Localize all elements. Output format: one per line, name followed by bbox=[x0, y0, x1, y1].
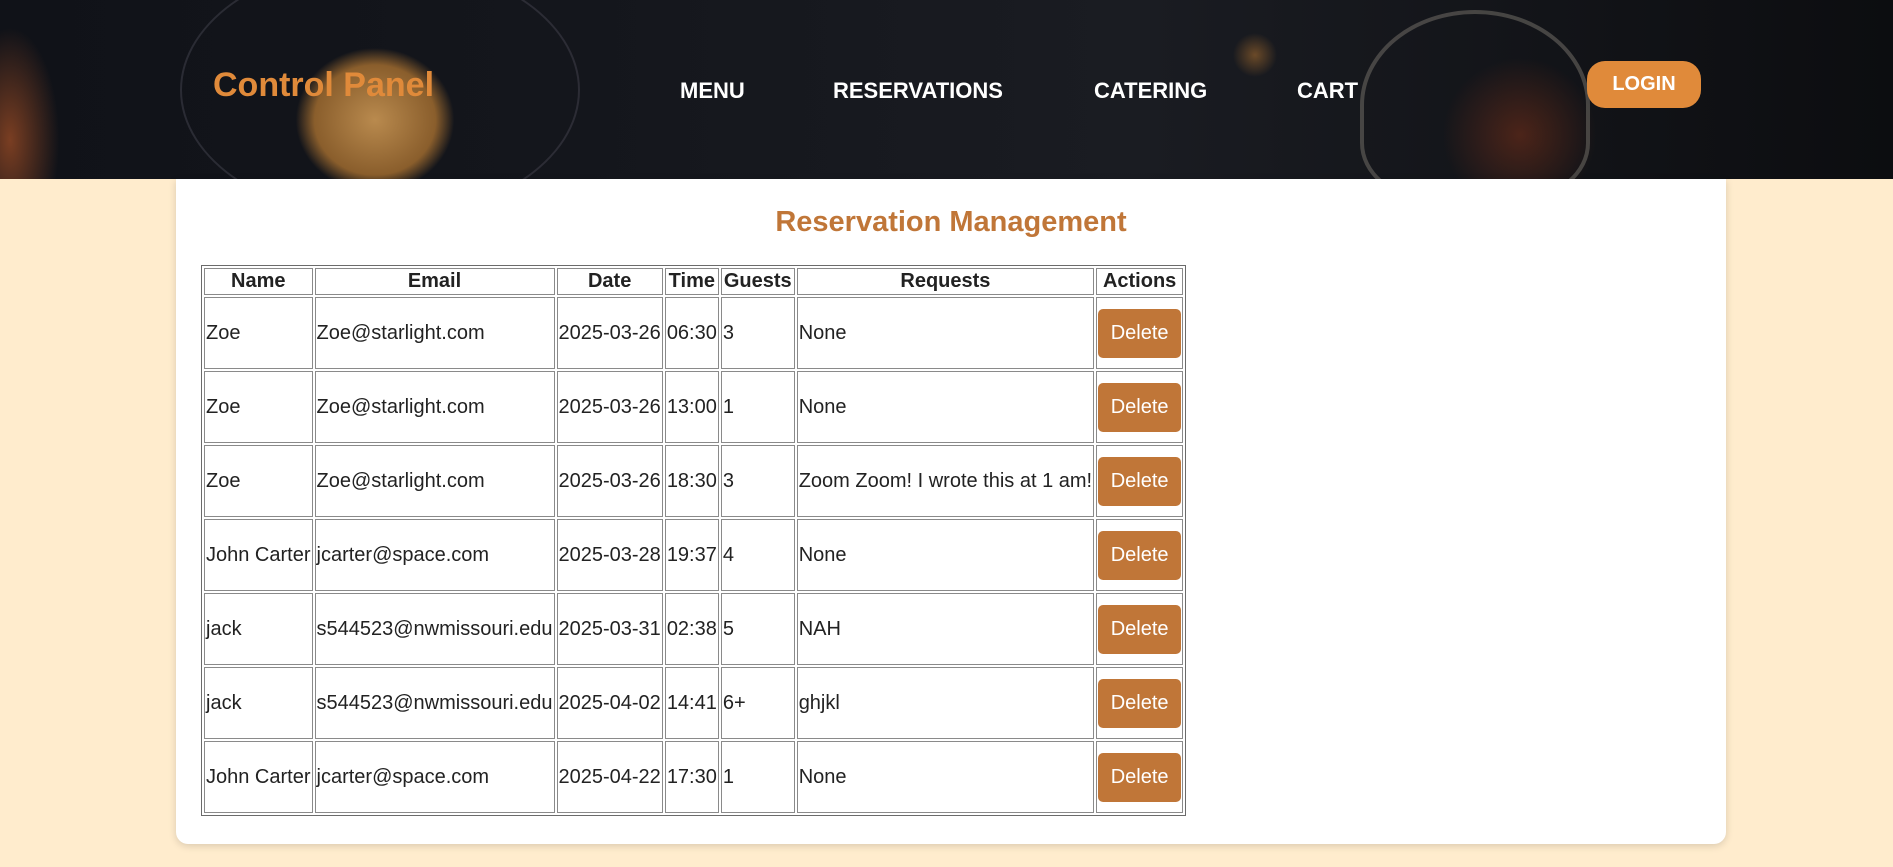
cell-actions: Delete bbox=[1096, 593, 1184, 665]
cell-date: 2025-03-28 bbox=[556, 519, 663, 591]
cell-time: 06:30 bbox=[664, 297, 719, 369]
delete-button[interactable]: Delete bbox=[1098, 604, 1182, 654]
delete-button[interactable]: Delete bbox=[1098, 752, 1182, 802]
cell-requests: NAH bbox=[796, 593, 1095, 665]
column-header-date: Date bbox=[556, 268, 663, 295]
cell-email: s544523@nwmissouri.edu bbox=[314, 593, 555, 665]
page-title: Reservation Management bbox=[775, 206, 1127, 238]
cell-time: 19:37 bbox=[664, 519, 719, 591]
cell-time: 17:30 bbox=[664, 741, 719, 813]
cell-time: 02:38 bbox=[664, 593, 719, 665]
cell-requests: Zoom Zoom! I wrote this at 1 am! bbox=[796, 445, 1095, 517]
cell-guests: 4 bbox=[720, 519, 795, 591]
cell-email: jcarter@space.com bbox=[314, 741, 555, 813]
cell-requests: None bbox=[796, 297, 1095, 369]
nav-reservations[interactable]: RESERVATIONS bbox=[833, 78, 1003, 104]
column-header-guests: Guests bbox=[720, 268, 795, 295]
cell-guests: 1 bbox=[720, 741, 795, 813]
cell-guests: 3 bbox=[720, 297, 795, 369]
cell-name: John Carter bbox=[204, 519, 313, 591]
column-header-email: Email bbox=[314, 268, 555, 295]
table-row: John Carter jcarter@space.com 2025-03-28 19… bbox=[204, 519, 1184, 591]
cell-actions: Delete bbox=[1096, 297, 1184, 369]
cell-email: Zoe@starlight.com bbox=[314, 297, 555, 369]
cell-time: 13:00 bbox=[664, 371, 719, 443]
nav-cart[interactable]: CART bbox=[1297, 78, 1358, 104]
nav-catering[interactable]: CATERING bbox=[1094, 78, 1207, 104]
cell-name: Zoe bbox=[204, 297, 313, 369]
cell-date: 2025-03-26 bbox=[556, 445, 663, 517]
cell-actions: Delete bbox=[1096, 519, 1184, 591]
cell-actions: Delete bbox=[1096, 667, 1184, 739]
cell-name: jack bbox=[204, 667, 313, 739]
column-header-time: Time bbox=[664, 268, 719, 295]
cell-requests: None bbox=[796, 371, 1095, 443]
cell-name: jack bbox=[204, 593, 313, 665]
delete-button[interactable]: Delete bbox=[1098, 678, 1182, 728]
cell-requests: None bbox=[796, 741, 1095, 813]
delete-button[interactable]: Delete bbox=[1098, 308, 1182, 358]
cell-actions: Delete bbox=[1096, 371, 1184, 443]
reservation-card: Reservation Management Name Email Date T… bbox=[176, 179, 1726, 844]
cell-name: John Carter bbox=[204, 741, 313, 813]
cell-email: Zoe@starlight.com bbox=[314, 371, 555, 443]
table-row: Zoe Zoe@starlight.com 2025-03-26 06:30 3 None… bbox=[204, 297, 1184, 369]
cell-date: 2025-03-26 bbox=[556, 297, 663, 369]
cell-actions: Delete bbox=[1096, 445, 1184, 517]
column-header-name: Name bbox=[204, 268, 313, 295]
table-row: John Carter jcarter@space.com 2025-04-22 17… bbox=[204, 741, 1184, 813]
cell-name: Zoe bbox=[204, 445, 313, 517]
cell-email: s544523@nwmissouri.edu bbox=[314, 667, 555, 739]
table-row: Zoe Zoe@starlight.com 2025-03-26 18:30 3 Zoom… bbox=[204, 445, 1184, 517]
delete-button[interactable]: Delete bbox=[1098, 530, 1182, 580]
delete-button[interactable]: Delete bbox=[1098, 382, 1182, 432]
cell-requests: None bbox=[796, 519, 1095, 591]
cell-date: 2025-03-26 bbox=[556, 371, 663, 443]
table-row: Zoe Zoe@starlight.com 2025-03-26 13:00 1 None… bbox=[204, 371, 1184, 443]
nav-menu[interactable]: MENU bbox=[680, 78, 745, 104]
cell-guests: 5 bbox=[720, 593, 795, 665]
login-button[interactable]: LOGIN bbox=[1587, 61, 1701, 108]
cell-email: Zoe@starlight.com bbox=[314, 445, 555, 517]
column-header-actions: Actions bbox=[1096, 268, 1184, 295]
cell-date: 2025-04-02 bbox=[556, 667, 663, 739]
cell-time: 18:30 bbox=[664, 445, 719, 517]
table-header-row: Name Email Date Time Guests Requests Act… bbox=[204, 268, 1184, 295]
cell-time: 14:41 bbox=[664, 667, 719, 739]
cell-guests: 6+ bbox=[720, 667, 795, 739]
cell-requests: ghjkl bbox=[796, 667, 1095, 739]
table-row: jack s544523@nwmissouri.edu 2025-03-31 02:3… bbox=[204, 593, 1184, 665]
cell-date: 2025-03-31 bbox=[556, 593, 663, 665]
delete-button[interactable]: Delete bbox=[1098, 456, 1182, 506]
cell-guests: 3 bbox=[720, 445, 795, 517]
cell-name: Zoe bbox=[204, 371, 313, 443]
cell-actions: Delete bbox=[1096, 741, 1184, 813]
background-kettle-decoration bbox=[1360, 10, 1590, 179]
header-banner: Control Panel MENU RESERVATIONS CATERING… bbox=[0, 0, 1893, 179]
column-header-requests: Requests bbox=[796, 268, 1095, 295]
table-row: jack s544523@nwmissouri.edu 2025-04-02 14:4… bbox=[204, 667, 1184, 739]
cell-guests: 1 bbox=[720, 371, 795, 443]
reservations-table: Name Email Date Time Guests Requests Act… bbox=[201, 265, 1187, 816]
cell-date: 2025-04-22 bbox=[556, 741, 663, 813]
logo[interactable]: Control Panel bbox=[213, 66, 434, 105]
cell-email: jcarter@space.com bbox=[314, 519, 555, 591]
